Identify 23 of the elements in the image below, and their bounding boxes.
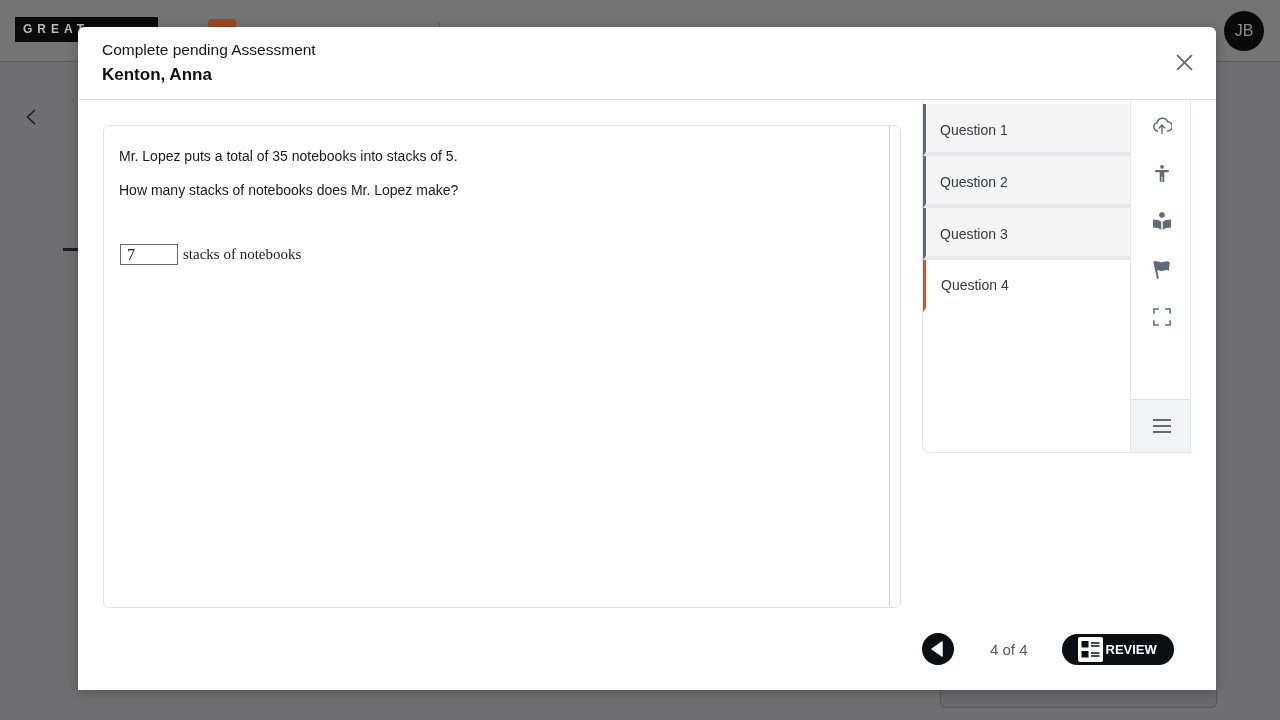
dialog-title: Complete pending Assessment	[102, 40, 316, 60]
reader-icon[interactable]	[1152, 212, 1171, 230]
menu-icon[interactable]	[1151, 418, 1172, 434]
accessibility-icon[interactable]	[1154, 164, 1169, 182]
previous-button[interactable]	[922, 633, 954, 665]
answer-field[interactable]: 7	[120, 244, 178, 265]
question-tab[interactable]: Question 3	[923, 208, 1130, 260]
question-tab[interactable]: Question 2	[923, 156, 1130, 208]
answer-unit: stacks of notebooks	[183, 246, 302, 263]
close-icon[interactable]	[1176, 54, 1193, 71]
review-button[interactable]: REVIEW	[1061, 633, 1174, 665]
left-triangle-icon	[930, 641, 943, 657]
checklist-icon	[1077, 636, 1103, 662]
question-position: 4 of 4	[990, 640, 1028, 658]
question-text: How many stacks of notebooks does Mr. Lopez make?	[119, 181, 459, 200]
fullscreen-icon[interactable]	[1152, 308, 1171, 326]
flag-icon[interactable]	[1153, 259, 1170, 279]
question-tab[interactable]: Question 1	[923, 104, 1130, 156]
student-name: Kenton, Anna	[102, 64, 212, 86]
question-text: Mr. Lopez puts a total of 35 notebooks into stacks of 5.	[119, 147, 458, 166]
user-avatar[interactable]: JB	[1224, 11, 1264, 51]
cloud-upload-icon[interactable]	[1151, 116, 1172, 134]
back-chevron-icon[interactable]	[26, 109, 36, 125]
